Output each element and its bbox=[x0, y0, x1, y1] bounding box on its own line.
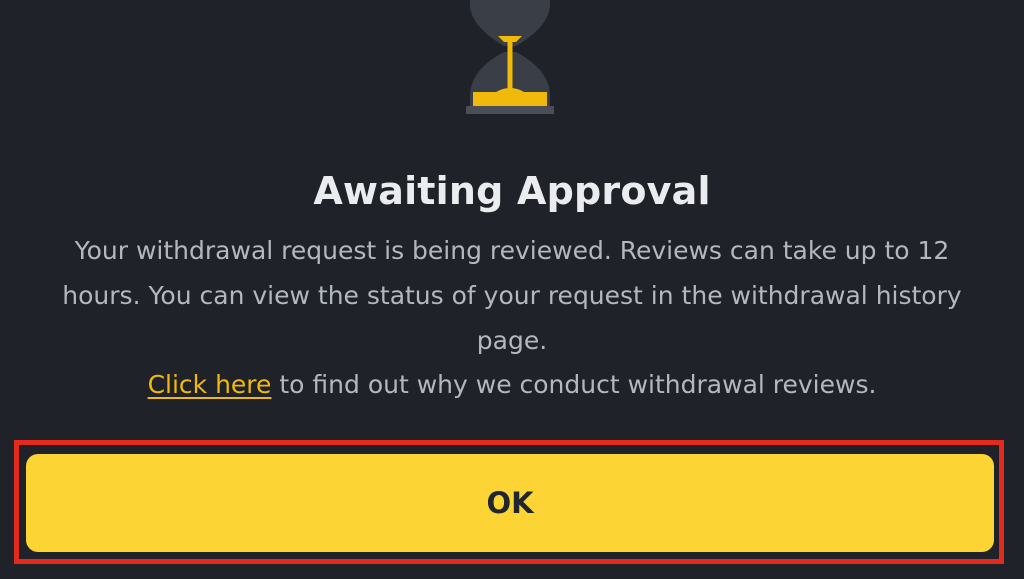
help-rest-text: to find out why we conduct withdrawal re… bbox=[271, 370, 877, 399]
click-here-link[interactable]: Click here bbox=[148, 370, 272, 399]
dialog-title: Awaiting Approval bbox=[313, 169, 711, 213]
awaiting-approval-dialog: Awaiting Approval Your withdrawal reques… bbox=[0, 0, 1024, 579]
description-line: page. bbox=[476, 326, 548, 355]
dialog-description: Your withdrawal request is being reviewe… bbox=[42, 228, 982, 363]
description-line: hours. You can view the status of your r… bbox=[62, 281, 962, 310]
ok-button[interactable]: OK bbox=[26, 454, 994, 552]
description-line: Your withdrawal request is being reviewe… bbox=[74, 236, 950, 265]
help-text: Click here to find out why we conduct wi… bbox=[0, 362, 1024, 407]
hourglass-icon bbox=[466, 0, 554, 114]
